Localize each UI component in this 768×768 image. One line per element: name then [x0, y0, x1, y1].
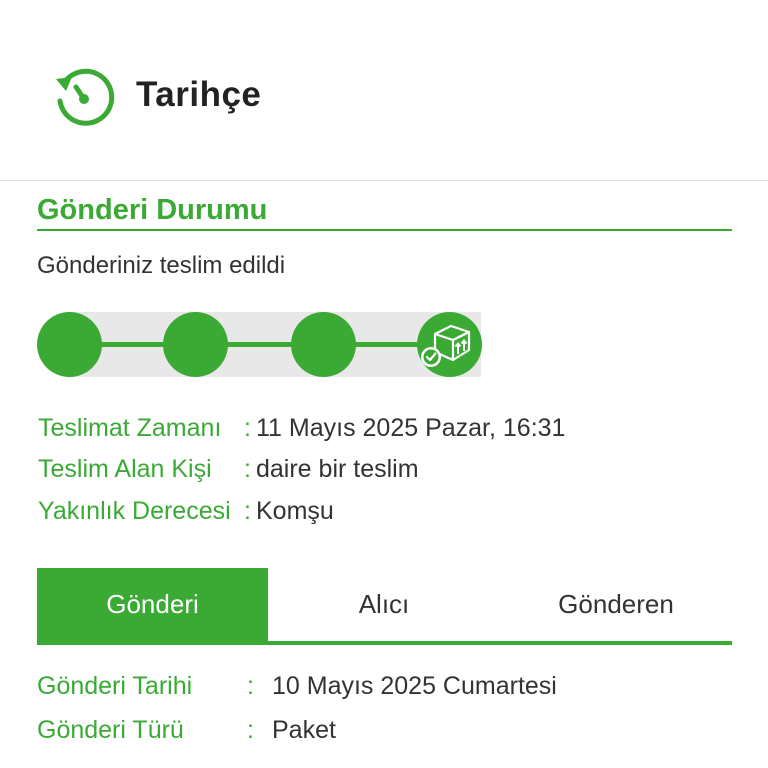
detail-separator: : — [247, 716, 254, 744]
detail-label: Gönderi Tarihi — [37, 672, 193, 700]
info-value: daire bir teslim — [256, 455, 419, 483]
info-separator: : — [244, 497, 251, 525]
delivered-package-icon — [417, 312, 482, 377]
detail-separator: : — [247, 672, 254, 700]
info-separator: : — [244, 414, 251, 442]
status-section-title: Gönderi Durumu — [37, 194, 268, 226]
progress-line — [69, 342, 454, 347]
history-icon[interactable] — [52, 65, 116, 129]
section-divider — [37, 229, 732, 231]
page-title: Tarihçe — [136, 75, 262, 114]
tab-recipient[interactable]: Alıcı — [268, 568, 500, 641]
status-message: Gönderiniz teslim edildi — [37, 252, 286, 279]
info-label: Teslim Alan Kişi — [38, 455, 212, 483]
detail-label: Gönderi Türü — [37, 716, 184, 744]
tab-sender[interactable]: Gönderen — [500, 568, 732, 641]
info-value: 11 Mayıs 2025 Pazar, 16:31 — [256, 414, 566, 442]
progress-step-3 — [291, 312, 356, 377]
progress-step-2 — [163, 312, 228, 377]
delivery-progress-tracker — [37, 312, 482, 377]
tab-shipment[interactable]: Gönderi — [37, 568, 268, 641]
page-header: Tarihçe — [0, 0, 768, 181]
info-separator: : — [244, 455, 251, 483]
detail-value: Paket — [272, 716, 336, 744]
info-label: Yakınlık Derecesi — [38, 497, 231, 525]
info-label: Teslimat Zamanı — [38, 414, 222, 442]
tabs-underline — [37, 641, 732, 645]
info-value: Komşu — [256, 497, 334, 525]
detail-value: 10 Mayıs 2025 Cumartesi — [272, 672, 557, 700]
progress-step-1 — [37, 312, 102, 377]
detail-tabs: Gönderi Alıcı Gönderen — [37, 568, 732, 641]
